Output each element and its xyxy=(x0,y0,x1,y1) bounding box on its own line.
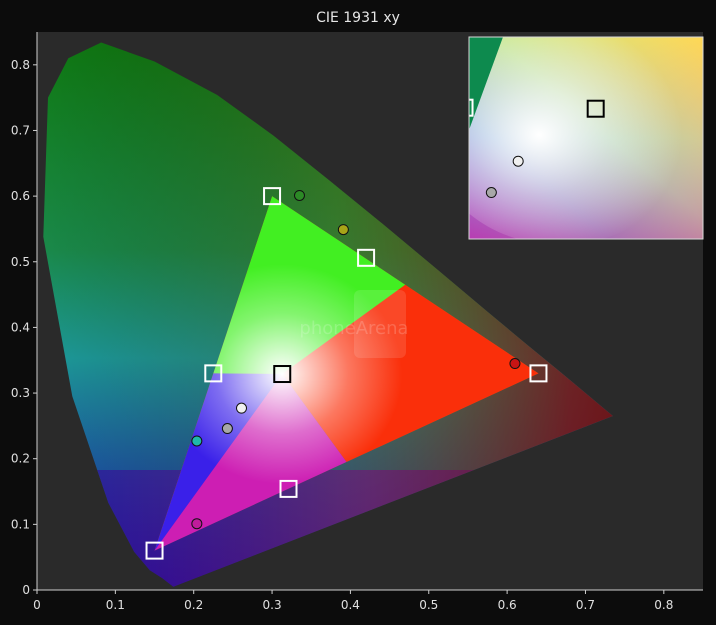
y-tick-label: 0 xyxy=(22,583,30,597)
x-tick-label: 0.4 xyxy=(341,598,360,612)
inset-measured-point xyxy=(512,155,524,167)
y-tick-label: 0.1 xyxy=(11,517,30,531)
x-tick-label: 0.1 xyxy=(106,598,125,612)
y-tick-label: 0.6 xyxy=(11,189,30,203)
measured-point xyxy=(509,358,521,370)
x-tick-label: 0.5 xyxy=(419,598,438,612)
y-tick-label: 0.5 xyxy=(11,255,30,269)
measured-point xyxy=(191,435,203,447)
measured-point xyxy=(191,518,203,530)
x-tick-label: 0 xyxy=(33,598,41,612)
x-tick-label: 0.3 xyxy=(263,598,282,612)
measured-point xyxy=(293,189,305,201)
x-axis-ticks: 0 0.1 0.2 0.3 0.4 0.5 0.6 0.7 0.8 xyxy=(33,590,673,612)
watermark-text: phoneArena xyxy=(299,318,408,339)
x-tick-label: 0.2 xyxy=(184,598,203,612)
inset-zoom xyxy=(468,36,704,240)
y-axis-ticks: 0 0.1 0.2 0.3 0.4 0.5 0.6 0.7 0.8 xyxy=(11,58,37,597)
cie-chart: phoneArena 0 0.1 0.2 0.3 0.4 0.5 0.6 0.7 0.8 0 0.… xyxy=(11,32,704,612)
y-tick-label: 0.3 xyxy=(11,386,30,400)
measured-point xyxy=(221,423,233,435)
y-tick-label: 0.2 xyxy=(11,452,30,466)
x-tick-label: 0.8 xyxy=(654,598,673,612)
x-tick-label: 0.6 xyxy=(498,598,517,612)
x-tick-label: 0.7 xyxy=(576,598,595,612)
y-tick-label: 0.7 xyxy=(11,123,30,137)
y-tick-label: 0.4 xyxy=(11,320,30,334)
chart-frame: CIE 1931 xy phoneArena 0 0.1 0.2 0.3 0.4… xyxy=(0,0,716,625)
inset-measured-point xyxy=(485,187,497,199)
measured-point xyxy=(337,224,349,236)
y-tick-label: 0.8 xyxy=(11,58,30,72)
measured-point xyxy=(236,402,248,414)
